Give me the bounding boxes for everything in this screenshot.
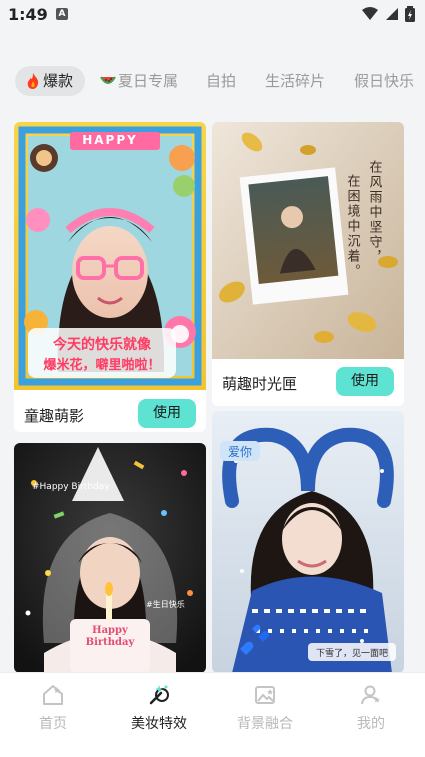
wifi-icon [362,7,378,20]
nav-background-fusion-label: 背景融合 [237,716,293,732]
happy-text: HAPPY [82,133,138,147]
nav-profile-label: 我的 [357,716,385,732]
tab-summer[interactable]: 夏日专属 [100,66,178,96]
poem-line-2: 在困境中沉着。 [345,174,361,279]
template-card[interactable]: 在风雨中坚守， 在困境中沉着。 萌趣时光匣 使用 [212,122,404,406]
nav-background-fusion[interactable]: 背景融合 [230,683,300,733]
nav-makeup-effects-label: 美妆特效 [131,716,187,732]
watermelon-icon [100,76,116,84]
magic-wand-icon [149,685,169,705]
user-icon [361,685,380,705]
tab-hot-label: 爆款 [43,72,74,90]
tab-holiday[interactable]: 假日快乐 [354,66,414,96]
template-card[interactable]: 爱你 下雪了，见一面吧 [212,411,404,673]
use-button[interactable]: 使用 [138,399,196,428]
template-preview-image: HAPPY 今天的快乐就像 爆米花，噼里啪啦！ [14,122,206,390]
image-badge: 爱你 [228,445,252,459]
status-bar: 1:49 A [0,0,425,30]
nav-home[interactable]: 首页 [18,683,88,733]
status-time: 1:49 [8,5,48,24]
notification-badge: A [56,8,68,20]
cake-text-2: Birthday [86,637,136,648]
status-icons [361,6,415,22]
template-preview-image: 爱你 下雪了，见一面吧 [212,411,404,673]
nav-makeup-effects[interactable]: 美妆特效 [124,683,194,733]
tab-selfie[interactable]: 自拍 [206,66,236,96]
image-caption-line1: 今天的快乐就像 [52,336,152,353]
tab-summer-label: 夏日专属 [118,72,179,90]
template-card[interactable]: HAPPY 今天的快乐就像 爆米花，噼里啪啦！ 童趣萌影 使用 [14,122,206,432]
home-icon [43,685,63,705]
image-caption-top: #Happy Birthday [32,482,110,492]
category-tabs: 爆款 夏日专属 自拍 生活碎片 假日快乐 [0,66,425,98]
image-caption: 下雪了，见一面吧 [316,648,388,659]
bottom-navigation: 首页 美妆特效 背景融合 我的 [0,672,425,757]
image-icon [255,686,275,704]
signal-icon [386,8,398,20]
battery-icon [405,6,415,22]
nav-home-label: 首页 [39,716,67,732]
template-preview-image: 在风雨中坚守， 在困境中沉着。 [212,122,404,359]
use-button[interactable]: 使用 [336,367,394,396]
image-caption-line2: 爆米花，噼里啪啦！ [43,357,160,373]
tab-hot[interactable]: 爆款 [15,66,86,96]
cake-text-1: Happy [92,625,129,636]
nav-profile[interactable]: 我的 [336,683,406,733]
fire-icon [27,73,39,89]
template-title: 童趣萌影 [24,407,85,425]
template-title: 萌趣时光匣 [222,375,298,393]
image-caption-tag: #生日快乐 [146,599,185,609]
tab-life[interactable]: 生活碎片 [265,66,325,96]
template-preview-image: #Happy Birthday Happy Birthday #生日快乐 [14,443,206,673]
poem-line-1: 在风雨中坚守， [367,160,383,265]
template-card[interactable]: #Happy Birthday Happy Birthday #生日快乐 [14,443,206,673]
